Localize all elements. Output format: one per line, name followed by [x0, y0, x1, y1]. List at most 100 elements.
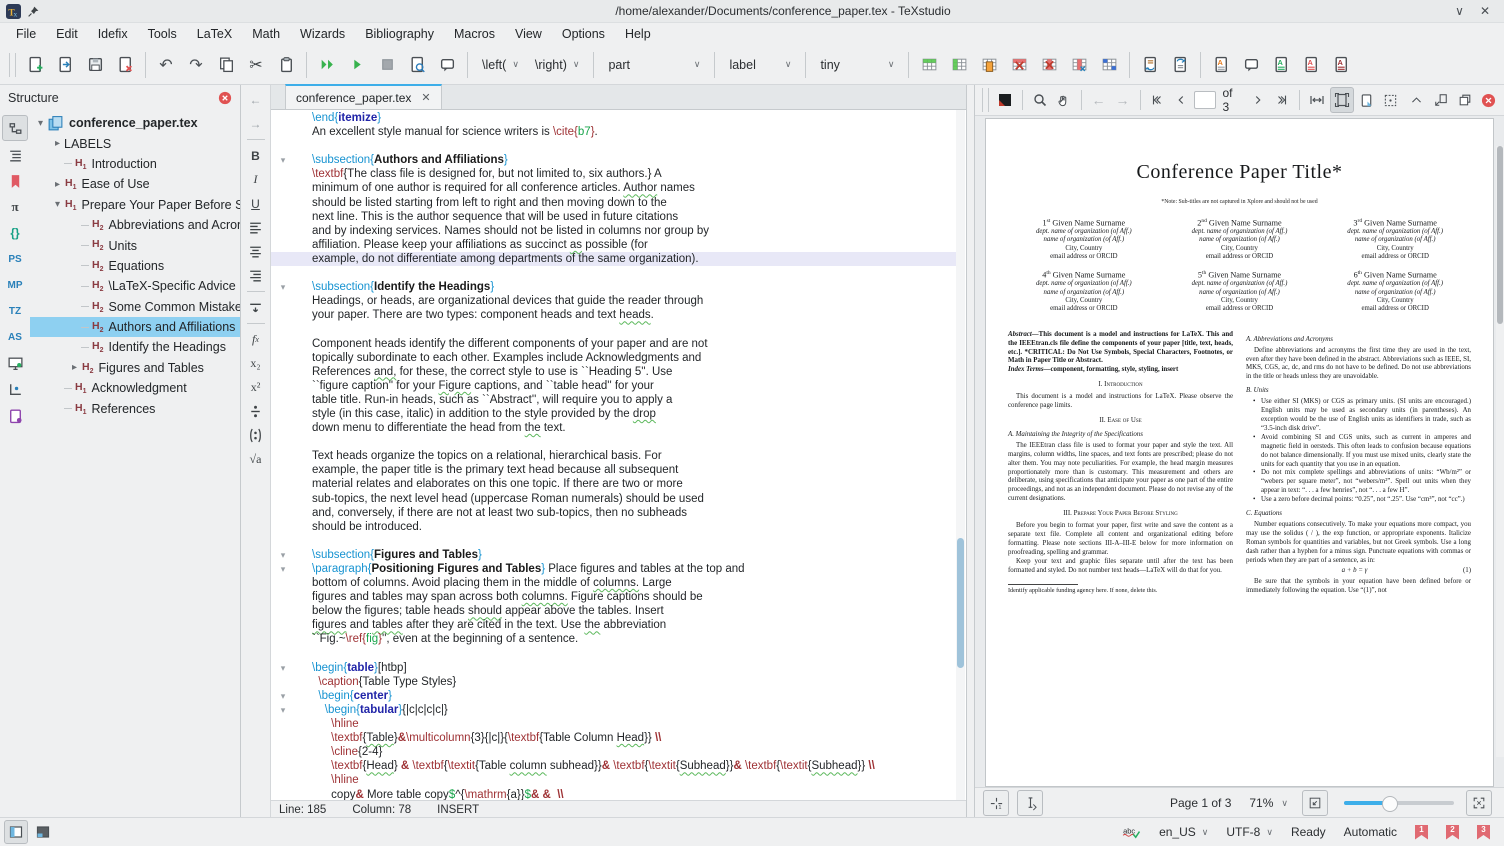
- pdf-scrollbar-thumb[interactable]: [1497, 146, 1503, 324]
- history-back-icon[interactable]: ←: [1087, 88, 1109, 112]
- shade-window-icon[interactable]: ∨: [1455, 4, 1464, 18]
- left-delimiter-dropdown[interactable]: \left( ∨: [474, 55, 527, 75]
- zoom-slider[interactable]: [1344, 801, 1454, 805]
- magnifier-icon[interactable]: [1029, 88, 1051, 112]
- fold-marker[interactable]: ▾: [271, 562, 295, 576]
- structure-item-equations[interactable]: H2Equations: [30, 256, 240, 276]
- code-line[interactable]: ``Fig.~\ref{fig}'', even at the beginnin…: [271, 632, 956, 646]
- text-select-icon[interactable]: [1017, 790, 1043, 816]
- fold-marker[interactable]: ▾: [271, 661, 295, 675]
- table-align-button[interactable]: [1095, 51, 1123, 79]
- editor-pdf-splitter[interactable]: [967, 85, 975, 818]
- tab-conference-paper[interactable]: conference_paper.tex ✕: [285, 84, 442, 109]
- code-line[interactable]: \cline{2-4}: [271, 745, 956, 759]
- tikz-dock-icon[interactable]: TZ: [3, 299, 27, 323]
- encoding-dropdown[interactable]: UTF-8 ∨: [1226, 825, 1273, 839]
- sqrt-icon[interactable]: √a: [245, 449, 267, 470]
- structure-dock-icon[interactable]: [2, 115, 28, 141]
- structure-item-prepare-your-paper-before-styling[interactable]: ▾H1Prepare Your Paper Before Styling: [30, 195, 240, 215]
- back-icon[interactable]: ←: [245, 89, 267, 110]
- code-line[interactable]: example, do not differentiate among depa…: [271, 252, 956, 266]
- fold-marker[interactable]: ▾: [271, 153, 295, 167]
- structure-item-abbreviations-and-acronyms[interactable]: H2Abbreviations and Acronyms: [30, 215, 240, 235]
- structure-item-units[interactable]: H2Units: [30, 235, 240, 255]
- code-line[interactable]: ▾\subsection{Authors and Affiliations}: [271, 153, 956, 167]
- code-line[interactable]: \caption{Table Type Styles}: [271, 675, 956, 689]
- menu-bibliography[interactable]: Bibliography: [355, 25, 444, 43]
- structure-item-authors-and-affiliations[interactable]: H2Authors and Affiliations: [30, 317, 240, 337]
- menu-wizards[interactable]: Wizards: [290, 25, 355, 43]
- paste-button[interactable]: [272, 51, 300, 79]
- code-line[interactable]: \hline: [271, 773, 956, 787]
- function-icon[interactable]: fx: [245, 329, 267, 350]
- code-line[interactable]: \textbf{Table}&\multicolumn{3}{|c|}{\tex…: [271, 731, 956, 745]
- close-doc-button[interactable]: [111, 51, 139, 79]
- zoom-slider-handle[interactable]: [1382, 796, 1398, 812]
- expander-icon[interactable]: ▾: [34, 118, 47, 129]
- code-line[interactable]: material relates and elaborates on this …: [271, 477, 956, 491]
- structure-item-conference-paper-tex[interactable]: ▾conference_paper.tex: [30, 113, 240, 133]
- subscript-icon[interactable]: x₂: [245, 353, 267, 374]
- preview-dock-icon[interactable]: [3, 351, 27, 375]
- code-line[interactable]: figures and tables may span across both …: [271, 590, 956, 604]
- code-line[interactable]: \end{itemize}: [271, 111, 956, 125]
- expander-icon[interactable]: ▸: [51, 179, 64, 190]
- structure-item-some-common-mistakes[interactable]: H2Some Common Mistakes: [30, 297, 240, 317]
- code-line[interactable]: style (in this case, italic) in addition…: [271, 407, 956, 421]
- structure-item-acknowledgment[interactable]: H1Acknowledgment: [30, 378, 240, 398]
- linebreak-icon[interactable]: [245, 297, 267, 318]
- code-line[interactable]: example, the paper title is the primary …: [271, 463, 956, 477]
- scroll-follow-icon[interactable]: 1: [983, 790, 1009, 816]
- dock-viewer-icon[interactable]: [1430, 88, 1452, 112]
- structure-item-labels[interactable]: ▸LABELS: [30, 133, 240, 153]
- code-line[interactable]: should be listed starting from left to r…: [271, 196, 956, 210]
- code-line[interactable]: sub-topics, the next level head (upperca…: [271, 492, 956, 506]
- code-line[interactable]: next line. This is the author sequence t…: [271, 210, 956, 224]
- font-size-dropdown[interactable]: tiny ∨: [812, 55, 902, 75]
- close-viewer-icon[interactable]: [1478, 88, 1500, 112]
- menu-idefix[interactable]: Idefix: [88, 25, 138, 43]
- pin-icon[interactable]: [27, 5, 40, 18]
- fit-width-icon[interactable]: [1306, 88, 1328, 112]
- code-line[interactable]: [271, 435, 956, 449]
- code-line[interactable]: \textbf{Head} & \textbf{\textit{Table co…: [271, 759, 956, 773]
- editor-scrollbar[interactable]: [956, 110, 965, 800]
- collapse-toolbar-icon[interactable]: [1406, 88, 1428, 112]
- build-view-button[interactable]: [313, 51, 341, 79]
- code-line[interactable]: ▾\subsection{Identify the Headings}: [271, 280, 956, 294]
- code-line[interactable]: and, conversely, if there are not at lea…: [271, 506, 956, 520]
- structure-item-figures-and-tables[interactable]: ▸H2Figures and Tables: [30, 358, 240, 378]
- code-line[interactable]: bottom of columns. Avoid placing them in…: [271, 576, 956, 590]
- undo-button[interactable]: ↶: [152, 51, 180, 79]
- language-dropdown[interactable]: en_US ∨: [1159, 825, 1208, 839]
- structure-item-ease-of-use[interactable]: ▸H1Ease of Use: [30, 174, 240, 194]
- bookmark-3-icon[interactable]: 3: [1477, 825, 1490, 840]
- page-number-input[interactable]: [1194, 91, 1216, 109]
- code-line[interactable]: your paper. There are two types: compone…: [271, 308, 956, 322]
- sectioning-dropdown[interactable]: part ∨: [600, 55, 708, 75]
- code-line[interactable]: ▾\begin{table}[htbp]: [271, 661, 956, 675]
- plot-dock-icon[interactable]: [3, 377, 27, 401]
- pstricks-dock-icon[interactable]: PS: [3, 247, 27, 271]
- code-line[interactable]: copy& More table copy$^{\mathrm{a}}$& & …: [271, 788, 956, 801]
- binomial-icon[interactable]: [245, 425, 267, 446]
- menu-macros[interactable]: Macros: [444, 25, 505, 43]
- align-left-icon[interactable]: [245, 217, 267, 238]
- structure-item-introduction[interactable]: H1Introduction: [30, 154, 240, 174]
- code-line[interactable]: affiliation. Please keep your affiliatio…: [271, 238, 956, 252]
- fold-marker[interactable]: ▾: [271, 689, 295, 703]
- underline-icon[interactable]: U: [245, 193, 267, 214]
- menu-file[interactable]: File: [6, 25, 46, 43]
- code-line[interactable]: ▾ \begin{tabular}{|c|c|c|c|}: [271, 703, 956, 717]
- code-line[interactable]: Text heads organize the topics on a rela…: [271, 449, 956, 463]
- menu-options[interactable]: Options: [552, 25, 615, 43]
- structure-item-identify-the-headings[interactable]: H2Identify the Headings: [30, 337, 240, 357]
- fraction-icon[interactable]: [245, 401, 267, 422]
- code-line[interactable]: down menu to differentiate the head from…: [271, 421, 956, 435]
- menu-edit[interactable]: Edit: [46, 25, 88, 43]
- close-window-icon[interactable]: ✕: [1480, 4, 1490, 18]
- menu-tools[interactable]: Tools: [138, 25, 187, 43]
- code-line[interactable]: [271, 322, 956, 336]
- superscript-icon[interactable]: x²: [245, 377, 267, 398]
- fold-marker[interactable]: ▾: [271, 548, 295, 562]
